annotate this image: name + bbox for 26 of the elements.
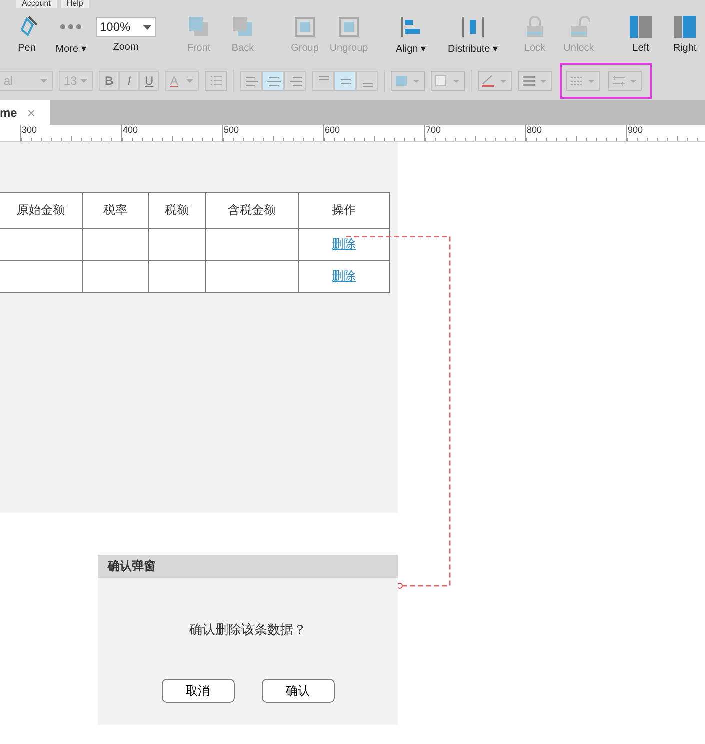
table-header-cell: 含税金额	[206, 192, 298, 228]
toolbar-button[interactable]: 100% Zoom	[94, 17, 158, 53]
menu-item[interactable]: Help	[60, 0, 90, 8]
dialog-button[interactable]: 取消	[162, 679, 234, 703]
table-header-cell: 税率	[82, 192, 148, 228]
delete-link[interactable]: 删除	[332, 237, 356, 251]
table-header-cell: 原始金额	[0, 192, 82, 228]
dialog-title: 确认弹窗	[98, 555, 398, 578]
text-style-button[interactable]: B	[99, 71, 120, 91]
toolbar-button[interactable]: Left	[620, 16, 662, 54]
table-header-cell: 操作	[298, 192, 390, 228]
toolbar-button[interactable]: More ▾	[50, 16, 92, 54]
zoom-dropdown[interactable]: 100%	[96, 17, 156, 37]
dialog-message: 确认删除该条数据？	[188, 622, 308, 639]
toolbar-button[interactable]: Align ▾	[390, 16, 432, 54]
text-style-button[interactable]: I	[119, 71, 140, 91]
toolbar-button[interactable]: Pen	[6, 16, 48, 54]
dialog-button[interactable]: 确认	[262, 679, 334, 703]
delete-link[interactable]: 删除	[332, 269, 356, 283]
page-tab[interactable]: me ×	[0, 100, 50, 125]
text-style-button[interactable]: U	[139, 71, 160, 91]
toolbar-button[interactable]: Right	[664, 16, 705, 54]
menu-item[interactable]: Account	[16, 0, 57, 8]
close-tab-button[interactable]: ×	[27, 104, 36, 120]
table-header-cell: 税额	[148, 192, 206, 228]
ruler: 300 400 500 600 700 800 900	[0, 125, 705, 142]
